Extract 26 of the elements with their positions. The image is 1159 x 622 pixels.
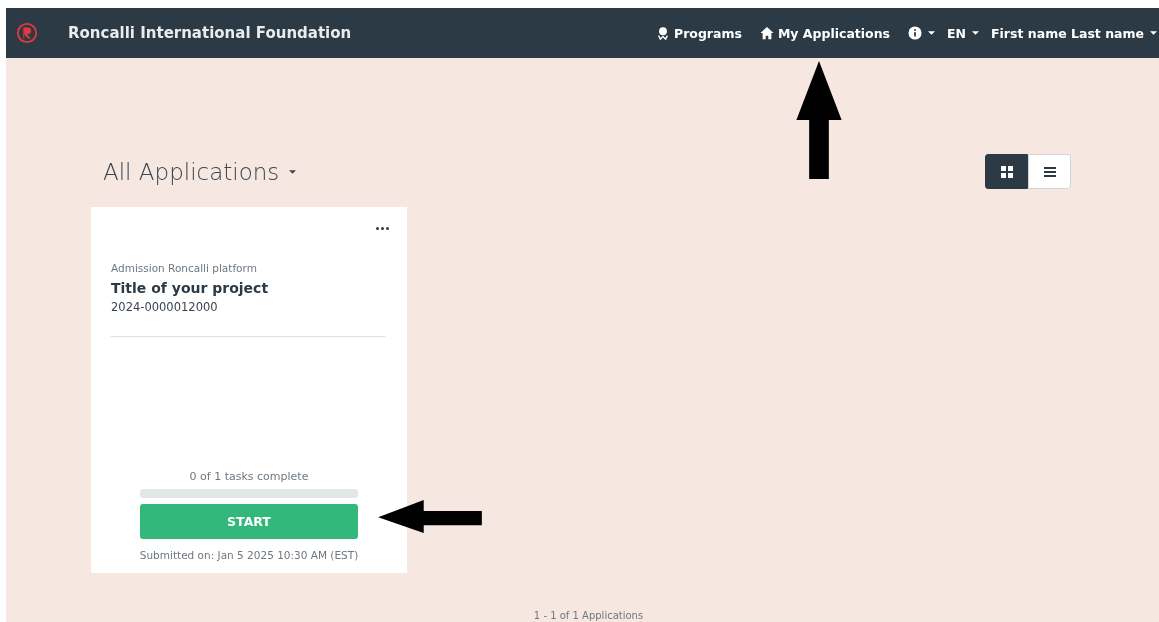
program-name: Admission Roncalli platform <box>111 262 258 274</box>
user-menu[interactable]: First name Last name <box>991 25 1157 41</box>
my-applications-link[interactable]: My Applications <box>759 25 891 41</box>
info-icon <box>908 26 923 40</box>
list-view-button[interactable] <box>1028 154 1071 189</box>
caret-icon <box>289 169 297 174</box>
info-menu[interactable] <box>908 26 936 40</box>
list-icon <box>1043 165 1056 178</box>
caret-icon <box>928 31 936 35</box>
home-icon <box>759 26 774 40</box>
applications-filter-dropdown[interactable]: All Applications <box>91 158 297 185</box>
application-number: 2024-0000012000 <box>111 300 219 314</box>
award-icon <box>656 26 670 40</box>
brand-name[interactable]: Roncalli International Foundation <box>68 24 352 42</box>
submitted-date: Submitted on: Jan 5 2025 10:30 AM (EST) <box>138 549 360 561</box>
programs-link[interactable]: Programs <box>656 25 742 41</box>
tasks-progress-text: 0 of 1 tasks complete <box>188 470 310 483</box>
language-menu[interactable]: EN <box>947 25 980 41</box>
pagination-text: 1 - 1 of 1 Applications <box>533 610 644 622</box>
logo-icon[interactable] <box>16 22 38 44</box>
caret-icon <box>972 31 980 35</box>
grid-view-button[interactable] <box>985 154 1028 189</box>
project-title: Title of your project <box>111 280 270 296</box>
grid-icon <box>1000 165 1013 178</box>
more-options-icon[interactable] <box>376 225 389 232</box>
caret-icon <box>1150 31 1157 35</box>
